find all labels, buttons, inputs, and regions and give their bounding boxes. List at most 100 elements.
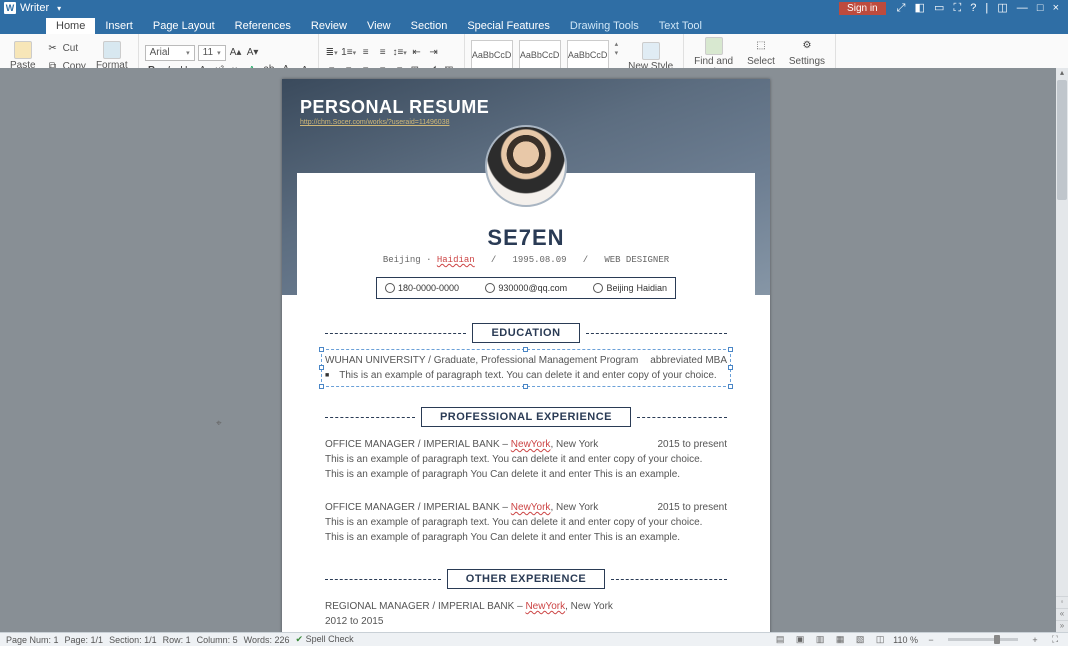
status-page[interactable]: Page: 1/1 [65, 635, 104, 645]
phone-value: 180-0000-0000 [398, 283, 459, 293]
scroll-prev-page-icon[interactable]: « [1056, 608, 1068, 620]
resume-hero-title: PERSONAL RESUME [300, 97, 489, 118]
resume-meta: Beijing · Haidian / 1995.08.09 / WEB DES… [325, 255, 727, 265]
email-value: 930000@qq.com [498, 283, 567, 293]
title-bar: W Writer ▾ Sign in ⤢ ◧ ▭ ⛶ ? | ◫ — □ × [0, 0, 1068, 16]
zoom-knob[interactable] [994, 635, 1000, 644]
font-size-select[interactable]: 11▾ [198, 45, 226, 61]
experience-entry: OFFICE MANAGER / IMPERIAL BANK – NewYork… [325, 500, 727, 545]
scroll-up-icon[interactable]: ▴ [1056, 68, 1068, 80]
tab-page-layout[interactable]: Page Layout [143, 18, 225, 34]
tab-text-tool[interactable]: Text Tool [649, 18, 712, 34]
style-default[interactable]: AaBbCcD [519, 40, 561, 70]
cursor-guide-icon: ⌖ [216, 418, 222, 429]
grow-font-icon[interactable]: A▴ [229, 46, 243, 60]
status-section[interactable]: Section: 1/1 [109, 635, 157, 645]
title-icon[interactable]: ? [967, 2, 979, 14]
avatar [485, 125, 567, 207]
location-value: Beijing Haidian [606, 283, 667, 293]
experience-entry: OFFICE MANAGER / IMPERIAL BANK – NewYork… [325, 437, 727, 482]
tab-home[interactable]: Home [46, 18, 95, 34]
app-menu-dropdown[interactable]: ▾ [53, 4, 65, 13]
phone-icon [385, 283, 395, 293]
status-page-num[interactable]: Page Num: 1 [6, 635, 59, 645]
scroll-extra: ◦ « » [1056, 596, 1068, 632]
scroll-next-page-icon[interactable]: » [1056, 620, 1068, 632]
tab-insert[interactable]: Insert [95, 18, 143, 34]
tab-review[interactable]: Review [301, 18, 357, 34]
select-label: Select [747, 56, 775, 67]
style-normal[interactable]: AaBbCcD [471, 40, 513, 70]
title-sep: | [982, 2, 991, 14]
scroll-page-select-icon[interactable]: ◦ [1056, 596, 1068, 608]
styles-up-icon[interactable]: ▴ [615, 40, 619, 48]
status-words[interactable]: Words: 226 [244, 635, 290, 645]
title-icon[interactable]: ▭ [931, 2, 947, 14]
view-fullscreen-icon[interactable]: ▣ [793, 634, 807, 646]
tab-special-features[interactable]: Special Features [457, 18, 560, 34]
line-spacing-icon[interactable]: ↕≡▾ [393, 46, 407, 60]
zoom-in-button[interactable]: + [1028, 634, 1042, 646]
align-center-icon[interactable]: ≡ [376, 46, 390, 60]
menu-tabs: Home Insert Page Layout References Revie… [0, 16, 1068, 34]
tab-drawing-tools[interactable]: Drawing Tools [560, 18, 649, 34]
scroll-thumb[interactable] [1057, 80, 1067, 200]
cut-label: Cut [63, 43, 79, 54]
section-professional: PROFESSIONAL EXPERIENCE [325, 407, 727, 427]
settings-label: Settings [789, 56, 825, 67]
zoom-value[interactable]: 110 % [893, 635, 918, 645]
titlebar-icons: ⤢ ◧ ▭ ⛶ ? | ◫ — □ × [894, 1, 1062, 15]
vertical-scrollbar[interactable]: ▴ ◦ « » [1056, 68, 1068, 632]
paste-icon [14, 41, 32, 59]
font-name-select[interactable]: Arial▾ [145, 45, 195, 61]
find-replace-icon [705, 37, 723, 55]
status-bar: Page Num: 1 Page: 1/1 Section: 1/1 Row: … [0, 632, 1068, 646]
view-outline-icon[interactable]: ▦ [833, 634, 847, 646]
signin-button[interactable]: Sign in [839, 2, 886, 15]
close-button[interactable]: × [1050, 2, 1062, 14]
tab-references[interactable]: References [225, 18, 301, 34]
title-icon[interactable]: ⤢ [894, 2, 909, 14]
education-entry[interactable]: WUHAN UNIVERSITY / Graduate, Professiona… [325, 353, 727, 383]
app-name: Writer [20, 2, 49, 14]
maximize-button[interactable]: □ [1034, 2, 1047, 14]
section-other: OTHER EXPERIENCE [325, 569, 727, 589]
status-spellcheck[interactable]: ✔ Spell Check [296, 634, 354, 645]
resume-hero-url: http://chm.Socer.com/works/?useraid=1149… [300, 119, 449, 126]
section-title-education: EDUCATION [472, 323, 579, 343]
tab-section[interactable]: Section [401, 18, 458, 34]
style-list-para[interactable]: AaBbCcD [567, 40, 609, 70]
shrink-font-icon[interactable]: A▾ [246, 46, 260, 60]
email-icon [485, 283, 495, 293]
tab-view[interactable]: View [357, 18, 401, 34]
section-title-professional: PROFESSIONAL EXPERIENCE [421, 407, 631, 427]
status-row[interactable]: Row: 1 [163, 635, 191, 645]
view-reader-icon[interactable]: ▧ [853, 634, 867, 646]
other-entry: REGIONAL MANAGER / IMPERIAL BANK – NewYo… [325, 599, 727, 632]
status-column[interactable]: Column: 5 [197, 635, 238, 645]
location-icon [593, 283, 603, 293]
align-left-icon[interactable]: ≡ [359, 46, 373, 60]
resume-body: SE7EN Beijing · Haidian / 1995.08.09 / W… [297, 219, 755, 632]
title-icon[interactable]: ⛶ [950, 2, 964, 14]
numbering-icon[interactable]: 1≡▾ [342, 46, 356, 60]
indent-dec-icon[interactable]: ⇤ [410, 46, 424, 60]
title-icon[interactable]: ◫ [994, 2, 1010, 14]
app-icon: W [4, 2, 16, 14]
view-side-icon[interactable]: ◫ [873, 634, 887, 646]
view-web-layout-icon[interactable]: ▥ [813, 634, 827, 646]
title-icon[interactable]: ◧ [912, 2, 928, 14]
styles-down-icon[interactable]: ▾ [615, 49, 619, 57]
fit-page-button[interactable]: ⛶ [1048, 634, 1062, 646]
zoom-out-button[interactable]: − [924, 634, 938, 646]
cut-icon[interactable]: ✂ [46, 41, 60, 55]
section-education: EDUCATION [325, 323, 727, 343]
indent-inc-icon[interactable]: ⇥ [427, 46, 441, 60]
zoom-slider[interactable] [948, 638, 1018, 641]
format-painter-icon [103, 41, 121, 59]
document-canvas[interactable]: ⌖ ⎆ PERSONAL RESUME http://chm.Socer.com… [0, 68, 1056, 632]
minimize-button[interactable]: — [1014, 2, 1031, 14]
select-icon: ⬚ [754, 39, 768, 53]
view-print-layout-icon[interactable]: ▤ [773, 634, 787, 646]
bullets-icon[interactable]: ≣▾ [325, 46, 339, 60]
